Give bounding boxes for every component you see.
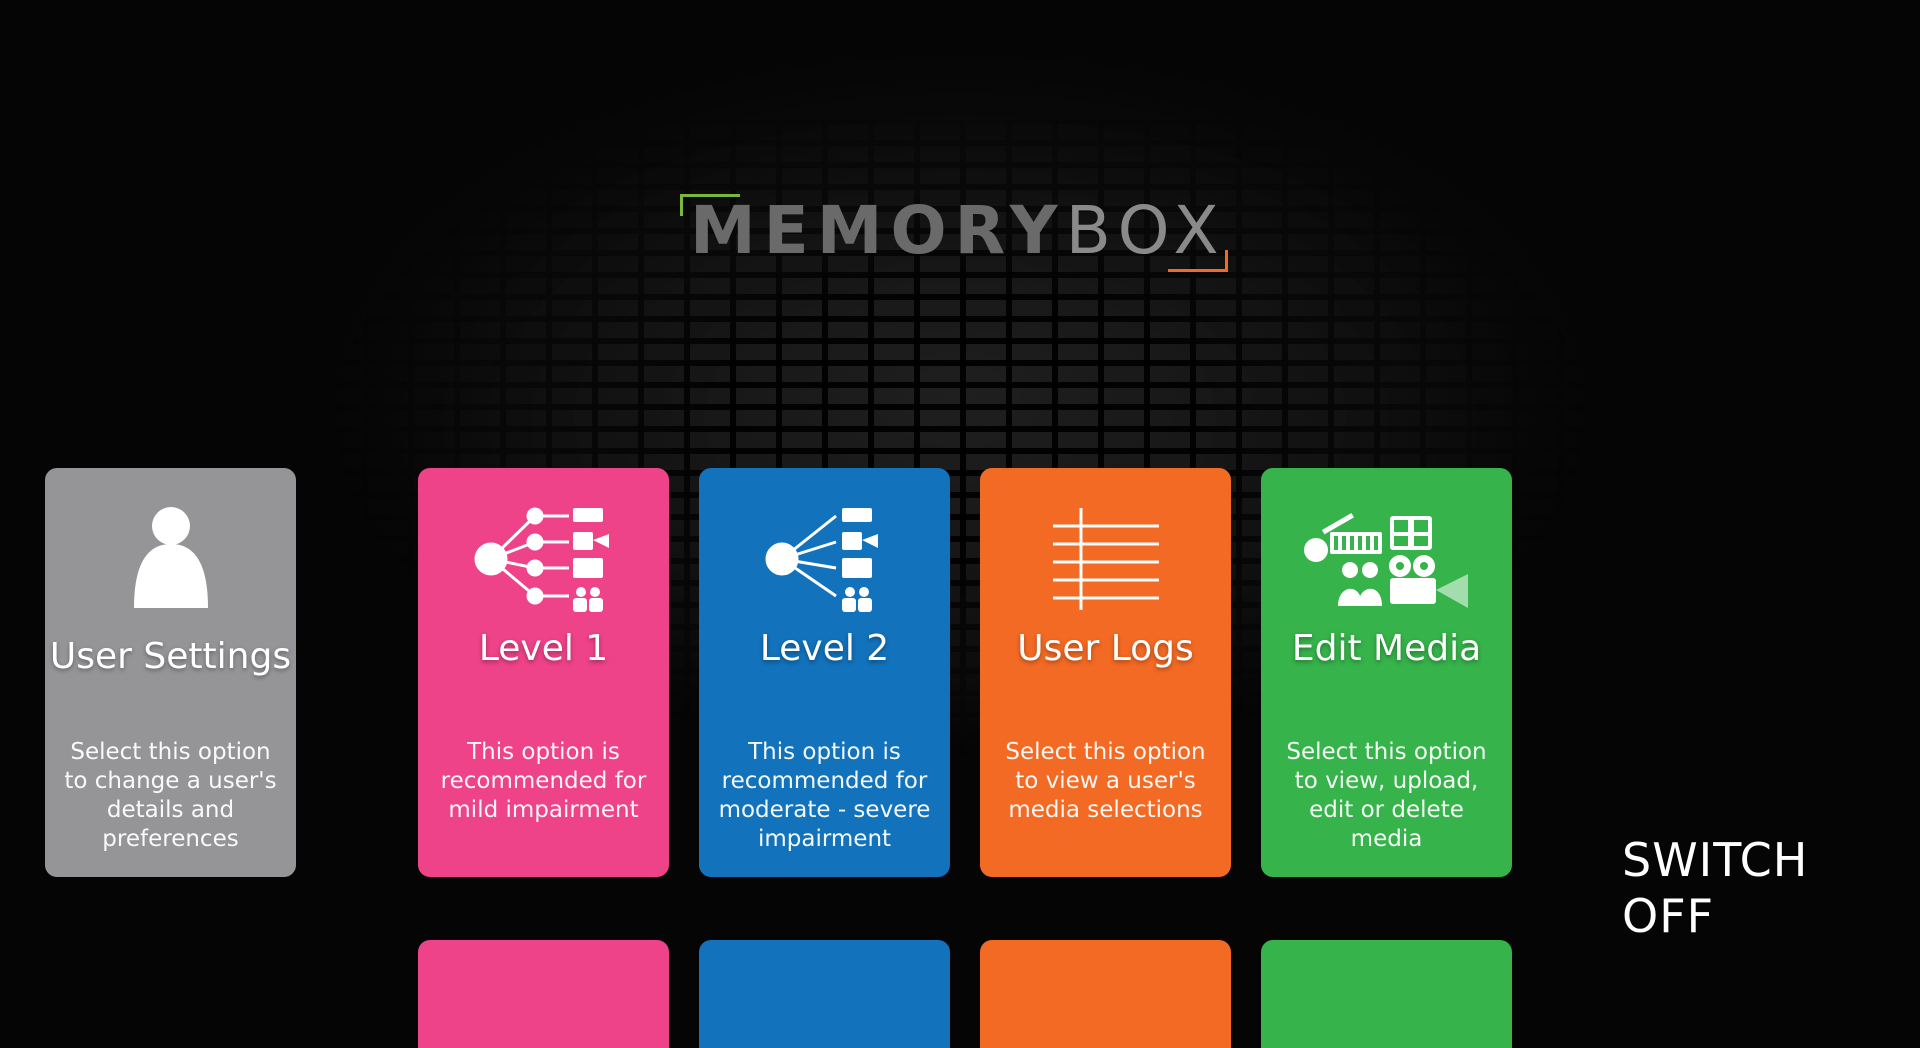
tile-description: Select this option to view, upload, edit… [1286,739,1487,852]
logs-lines-icon [980,504,1231,614]
tile-description: Select this option to change a user's de… [64,739,277,852]
user-logs-tile[interactable]: User Logs Select this option to view a u… [980,468,1231,877]
level-2-tile[interactable]: Level 2 This option is recommended for m… [699,468,950,877]
user-logs-secondary-tile[interactable] [980,940,1231,1048]
memorybox-home-screen: MEMORYBOX User Settings Select this opti… [0,0,1920,1048]
level-2-tree-icon [699,504,950,614]
level-1-secondary-tile[interactable] [418,940,669,1048]
user-settings-tile[interactable]: User Settings Select this option to chan… [45,468,296,877]
tile-description: This option is recommended for mild impa… [440,739,647,823]
logo-text: MEMORYBOX [690,196,1220,266]
edit-media-secondary-tile[interactable] [1261,940,1512,1048]
switch-off-button[interactable]: SWITCH OFF [1622,832,1902,944]
tile-title: User Logs [1017,628,1194,669]
tile-description: This option is recommended for moderate … [718,739,931,852]
level-2-secondary-tile[interactable] [699,940,950,1048]
media-collage-icon [1261,504,1512,614]
level-1-tree-icon [418,504,669,614]
user-icon [45,504,296,614]
tile-title: User Settings [49,636,292,677]
tile-title: Level 1 [478,628,609,669]
tile-title: Level 2 [759,628,890,669]
tile-description: Select this option to view a user's medi… [1005,739,1206,823]
logo-box-text: BOX [1065,192,1227,269]
memorybox-logo: MEMORYBOX [680,194,1228,272]
edit-media-tile[interactable]: Edit Media Select this option to view, u… [1261,468,1512,877]
logo-memory-text: MEMORY [690,192,1066,269]
level-1-tile[interactable]: Level 1 This option is recommended for m… [418,468,669,877]
tile-title: Edit Media [1291,628,1482,669]
